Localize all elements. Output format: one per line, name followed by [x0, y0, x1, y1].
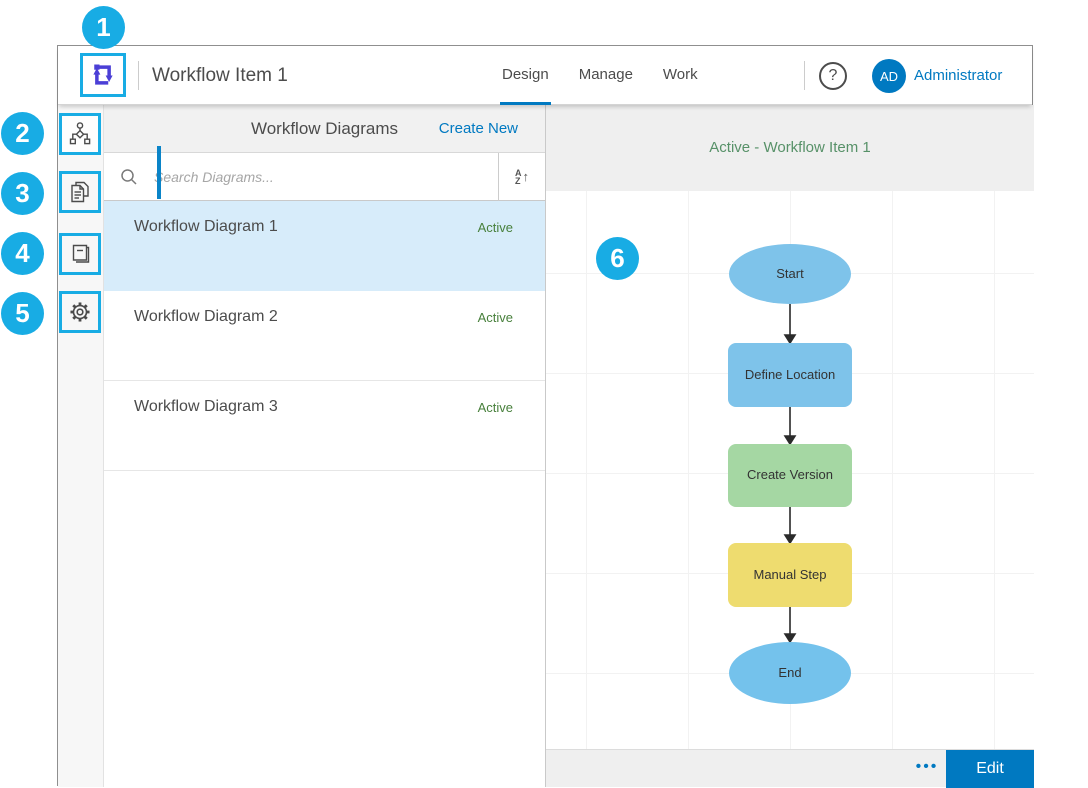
active-diagram-banner: Active - Workflow Item 1	[546, 105, 1034, 191]
node-start[interactable]: Start	[729, 244, 851, 304]
app-header: Workflow Item 1 Design Manage Work ? AD …	[58, 46, 1032, 105]
node-define-location[interactable]: Define Location	[728, 343, 852, 407]
callout-badge-5: 5	[1, 292, 44, 335]
callout-badge-4: 4	[1, 232, 44, 275]
diagram-name: Workflow Diagram 3	[134, 398, 278, 416]
list-item-diagram-1[interactable]: Workflow Diagram 1 Active	[104, 201, 545, 291]
icon-sidebar	[58, 105, 104, 787]
workflow-cycle-icon	[89, 61, 117, 89]
sort-button[interactable]: A Z ↑	[498, 153, 545, 201]
sidebar-item-settings[interactable]	[59, 291, 101, 333]
search-icon	[104, 168, 154, 186]
workflow-diagrams-panel: Workflow Diagrams Create New A Z ↑	[104, 105, 546, 787]
screenshot-stage: Workflow Item 1 Design Manage Work ? AD …	[0, 0, 1088, 788]
sort-arrow-icon: ↑	[523, 169, 530, 184]
status-badge: Active	[478, 400, 513, 415]
diagram-canvas-area: Active - Workflow Item 1 Start	[546, 105, 1034, 787]
list-item-diagram-3[interactable]: Workflow Diagram 3 Active	[104, 381, 545, 471]
search-input[interactable]	[154, 153, 498, 200]
header-tabs: Design Manage Work	[500, 46, 700, 105]
diagram-name: Workflow Diagram 1	[134, 218, 278, 236]
notebook-icon	[67, 241, 93, 267]
diagram-icon	[67, 121, 93, 147]
page-title: Workflow Item 1	[152, 46, 288, 105]
callout-badge-1: 1	[82, 6, 125, 49]
sidebar-item-job-templates[interactable]	[59, 233, 101, 275]
sidebar-item-templates[interactable]	[59, 171, 101, 213]
list-item-diagram-2[interactable]: Workflow Diagram 2 Active	[104, 291, 545, 381]
status-badge: Active	[478, 310, 513, 325]
callout-badge-2: 2	[1, 112, 44, 155]
node-end[interactable]: End	[729, 642, 851, 704]
documents-icon	[67, 179, 93, 205]
svg-text:Create Version: Create Version	[747, 467, 833, 482]
callout-badge-3: 3	[1, 172, 44, 215]
avatar[interactable]: AD	[872, 59, 906, 93]
help-icon[interactable]: ?	[819, 62, 847, 90]
sort-az-icon: A Z	[515, 169, 522, 185]
active-sidebar-indicator	[157, 146, 161, 199]
svg-text:End: End	[778, 665, 801, 680]
svg-text:Start: Start	[776, 266, 804, 281]
svg-text:Manual Step: Manual Step	[754, 567, 827, 582]
search-row: A Z ↑	[104, 153, 545, 201]
username-link[interactable]: Administrator	[914, 46, 1002, 105]
panel-header: Workflow Diagrams Create New	[104, 105, 545, 153]
node-create-version[interactable]: Create Version	[728, 444, 852, 507]
edit-button[interactable]: Edit	[946, 750, 1034, 788]
callout-badge-6: 6	[596, 237, 639, 280]
tab-manage[interactable]: Manage	[577, 46, 635, 105]
diagram-name: Workflow Diagram 2	[134, 308, 278, 326]
header-divider	[804, 61, 805, 90]
canvas-action-bar: ••• Edit	[546, 749, 1034, 787]
tab-work[interactable]: Work	[661, 46, 700, 105]
more-options-icon[interactable]: •••	[909, 750, 945, 788]
svg-text:Define Location: Define Location	[745, 367, 835, 382]
settings-gear-icon	[67, 299, 93, 325]
sidebar-item-diagrams[interactable]	[59, 113, 101, 155]
app-logo-button[interactable]	[80, 53, 126, 97]
node-manual-step[interactable]: Manual Step	[728, 543, 852, 607]
app-window: Workflow Item 1 Design Manage Work ? AD …	[57, 45, 1033, 786]
create-new-button[interactable]: Create New	[439, 105, 518, 153]
header-divider	[138, 61, 139, 90]
tab-design[interactable]: Design	[500, 46, 551, 105]
status-badge: Active	[478, 220, 513, 235]
